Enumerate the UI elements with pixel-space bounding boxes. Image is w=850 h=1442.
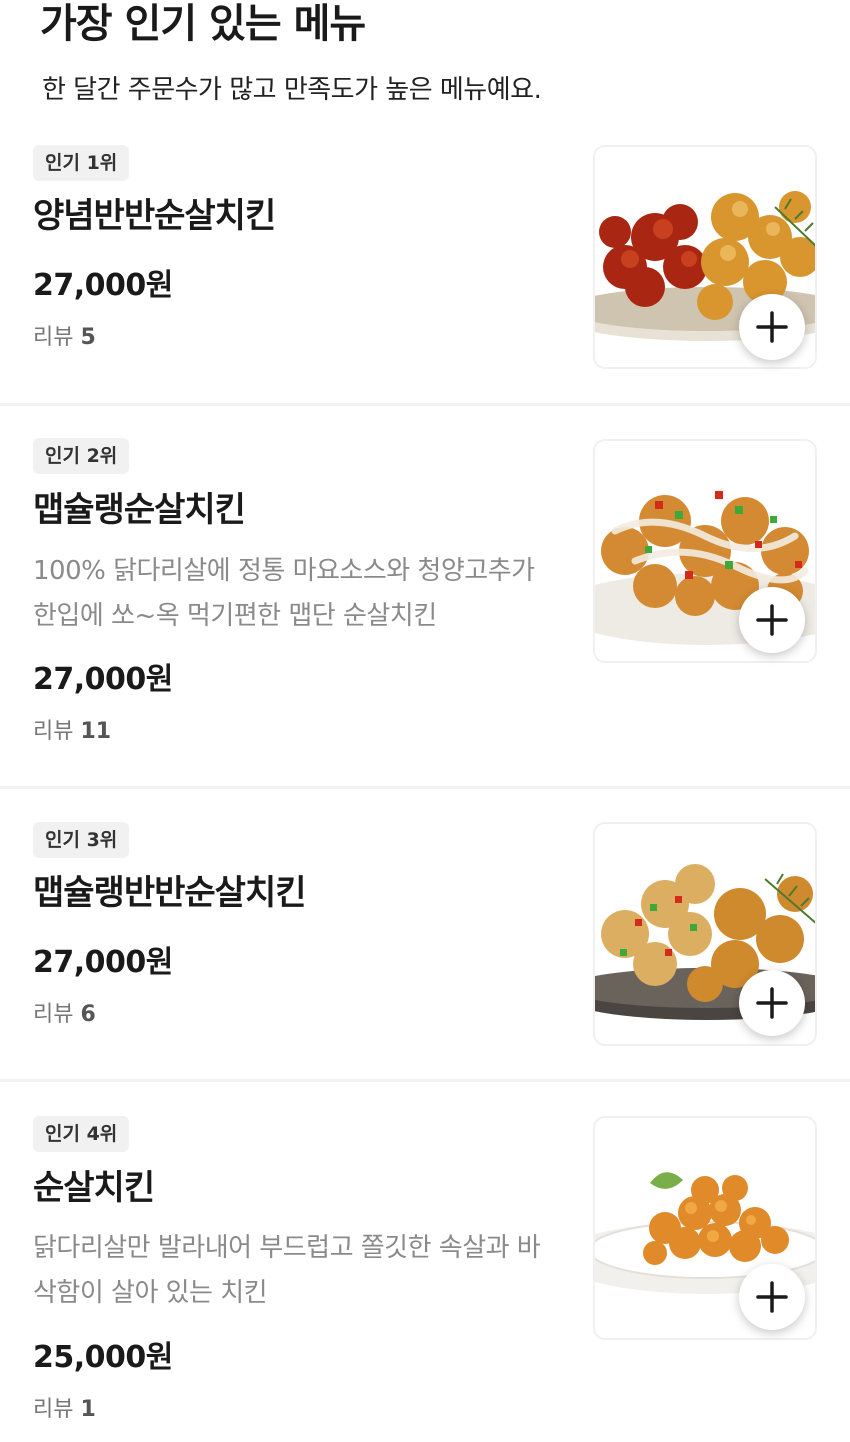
menu-item-price: 25,000원 (33, 1340, 173, 1375)
add-to-cart-button[interactable] (739, 1264, 805, 1330)
review-count: 6 (80, 1002, 96, 1027)
review-label: 리뷰 (33, 325, 81, 350)
rank-badge: 인기 1위 (33, 145, 130, 181)
menu-item-review: 리뷰 11 (33, 716, 111, 748)
plus-icon (756, 604, 788, 636)
menu-item-price: 27,000원 (33, 662, 173, 697)
review-label: 리뷰 (33, 1002, 81, 1027)
rank-badge: 인기 2위 (33, 438, 130, 474)
review-label: 리뷰 (33, 1397, 81, 1422)
menu-item-description: 100% 닭다리살에 정통 마요소스와 청양고추가 한입에 쏘~옥 먹기편한 맵… (33, 556, 535, 631)
menu-item-description: 닭다리살만 발라내어 부드럽고 쫄깃한 속살과 바삭함이 살아 있는 치킨 (33, 1233, 541, 1308)
plus-icon (756, 1281, 788, 1313)
menu-item-name: 맵슐랭반반순살치킨 (33, 873, 307, 913)
add-to-cart-button[interactable] (739, 294, 805, 360)
review-count: 1 (80, 1397, 96, 1422)
add-to-cart-button[interactable] (739, 587, 805, 653)
review-count: 11 (80, 719, 112, 744)
menu-item[interactable]: 인기 4위 순살치킨 닭다리살만 발라내어 부드럽고 쫄깃한 속살과 바삭함이 … (0, 1082, 850, 1442)
menu-item-name: 양념반반순살치킨 (33, 196, 276, 236)
review-label: 리뷰 (33, 719, 81, 744)
plus-icon (756, 987, 788, 1019)
menu-item-review: 리뷰 1 (33, 1394, 96, 1426)
menu-item[interactable]: 인기 1위 양념반반순살치킨 27,000원 리뷰 5 (0, 0, 850, 405)
rank-badge: 인기 3위 (33, 822, 130, 858)
review-count: 5 (80, 325, 96, 350)
menu-item-price: 27,000원 (33, 268, 173, 303)
menu-item-name: 순살치킨 (33, 1168, 155, 1208)
add-to-cart-button[interactable] (739, 970, 805, 1036)
menu-item-name: 맵슐랭순살치킨 (33, 490, 246, 530)
menu-item-review: 리뷰 5 (33, 322, 96, 354)
plus-icon (756, 311, 788, 343)
menu-item[interactable]: 인기 2위 맵슐랭순살치킨 100% 닭다리살에 정통 마요소스와 청양고추가 … (0, 406, 850, 786)
menu-item-price: 27,000원 (33, 945, 173, 980)
menu-item[interactable]: 인기 3위 맵슐랭반반순살치킨 27,000원 리뷰 6 (0, 789, 850, 1079)
menu-item-review: 리뷰 6 (33, 999, 96, 1031)
rank-badge: 인기 4위 (33, 1116, 130, 1152)
